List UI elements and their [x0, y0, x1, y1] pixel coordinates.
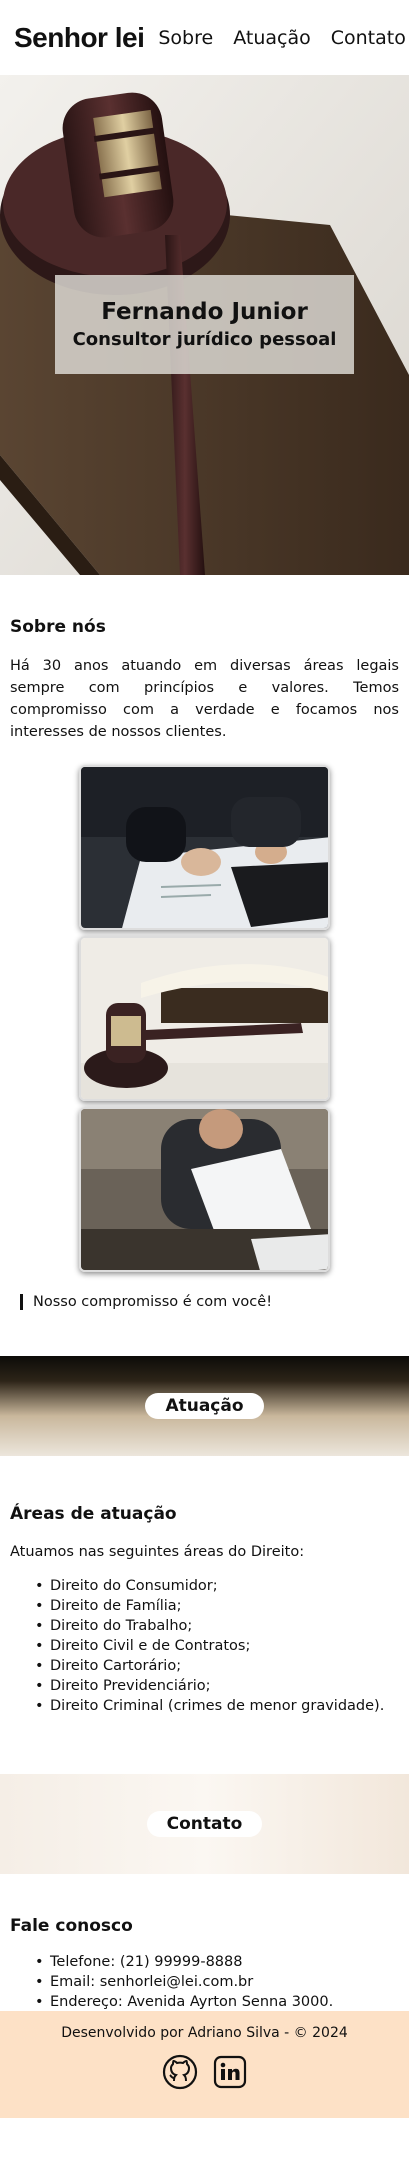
about-title: Sobre nós	[10, 617, 106, 637]
areas-list: Direito do Consumidor; Direito de Famíli…	[10, 1576, 399, 1716]
hero-name: Fernando Junior	[101, 299, 308, 325]
github-icon[interactable]	[161, 2053, 199, 2091]
list-item: Direito Criminal (crimes de menor gravid…	[35, 1696, 399, 1716]
contact-list: Telefone: (21) 99999-8888 Email: senhorl…	[10, 1952, 399, 2012]
list-item: Direito Previdenciário;	[35, 1676, 399, 1696]
atuacao-banner-label: Atuação	[145, 1393, 264, 1419]
areas-section: Áreas de atuação Atuamos nas seguintes á…	[0, 1504, 409, 1716]
site-logo[interactable]: Senhor lei	[14, 22, 145, 54]
social-links	[0, 2053, 409, 2091]
commitment-quote: Nosso compromisso é com você!	[20, 1294, 399, 1310]
nav-link-sobre[interactable]: Sobre	[158, 27, 213, 49]
footer-credit: Desenvolvido por Adriano Silva - © 2024	[61, 2025, 348, 2041]
areas-intro: Atuamos nas seguintes áreas do Direito:	[10, 1544, 305, 1560]
hero-caption-box: Fernando Junior Consultor jurídico pesso…	[55, 275, 354, 374]
atuacao-banner: Atuação	[0, 1356, 409, 1456]
photo-signing-documents	[79, 765, 330, 930]
about-text: Há 30 anos atuando em diversas áreas leg…	[10, 658, 399, 740]
about-section: Sobre nós Há 30 anos atuando em diversas…	[0, 617, 409, 1310]
nav-link-atuacao[interactable]: Atuação	[233, 27, 311, 49]
contato-banner: Contato	[0, 1774, 409, 1874]
list-item: Direito do Consumidor;	[35, 1576, 399, 1596]
contact-address: Endereço: Avenida Ayrton Senna 3000.	[35, 1992, 399, 2012]
site-footer: Desenvolvido por Adriano Silva - © 2024	[0, 2011, 409, 2118]
contact-email: Email: senhorlei@lei.com.br	[35, 1972, 399, 1992]
areas-title: Áreas de atuação	[10, 1504, 177, 1524]
photo-gavel-and-book	[79, 936, 330, 1101]
list-item: Direito de Família;	[35, 1596, 399, 1616]
site-header: Senhor lei Sobre Atuação Contato	[0, 0, 409, 75]
hero-subtitle: Consultor jurídico pessoal	[72, 329, 337, 350]
hero-section: Fernando Junior Consultor jurídico pesso…	[0, 75, 409, 575]
nav-link-contato[interactable]: Contato	[331, 27, 406, 49]
contact-phone: Telefone: (21) 99999-8888	[35, 1952, 399, 1972]
linkedin-icon[interactable]	[211, 2053, 249, 2091]
list-item: Direito Civil e de Contratos;	[35, 1636, 399, 1656]
contact-title: Fale conosco	[10, 1916, 133, 1936]
list-item: Direito Cartorário;	[35, 1656, 399, 1676]
contact-section: Fale conosco Telefone: (21) 99999-8888 E…	[0, 1916, 409, 2012]
list-item: Direito do Trabalho;	[35, 1616, 399, 1636]
photo-reading-document	[79, 1107, 330, 1272]
main-nav: Sobre Atuação Contato	[158, 27, 405, 49]
contato-banner-label: Contato	[146, 1811, 263, 1837]
photo-gallery	[10, 765, 399, 1272]
